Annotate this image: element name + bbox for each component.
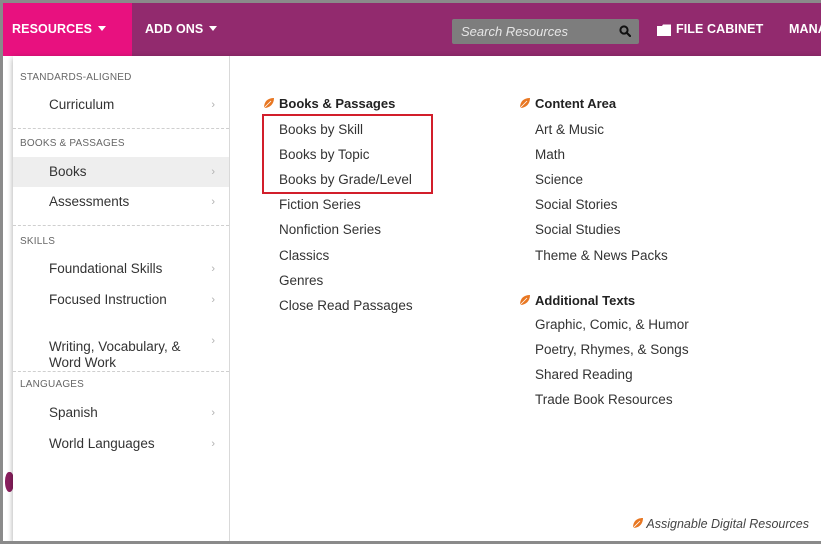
file-cabinet-button[interactable]: FILE CABINET bbox=[676, 3, 763, 56]
sidebar-item-label: Spanish bbox=[49, 405, 98, 420]
search-box[interactable]: Search Resources bbox=[452, 19, 639, 44]
divider bbox=[13, 225, 229, 226]
link-poetry-rhymes-songs[interactable]: Poetry, Rhymes, & Songs bbox=[535, 342, 689, 357]
link-nonfiction-series[interactable]: Nonfiction Series bbox=[279, 222, 381, 237]
heading-text: Content Area bbox=[535, 96, 617, 111]
resources-dropdown-menu: STANDARDS-ALIGNED Curriculum › BOOKS & P… bbox=[13, 56, 821, 541]
sidebar-item-label: World Languages bbox=[49, 436, 155, 451]
sidebar-item-label: Assessments bbox=[49, 194, 130, 209]
sidebar-item-writing-vocabulary[interactable]: Writing, Vocabulary, & Word Work › bbox=[13, 323, 229, 370]
column-heading-content-area: Content Area bbox=[519, 96, 616, 111]
divider bbox=[13, 128, 229, 129]
sidebar-item-label: Foundational Skills bbox=[49, 261, 163, 276]
search-input[interactable]: Search Resources bbox=[461, 19, 568, 44]
app-frame: RESOURCES ADD ONS Search Resources FILE … bbox=[0, 0, 821, 544]
caret-down-icon bbox=[209, 26, 218, 31]
assignable-digital-resources-note: Assignable Digital Resources bbox=[632, 517, 809, 531]
link-math[interactable]: Math bbox=[535, 147, 565, 162]
section-heading-languages: LANGUAGES bbox=[20, 379, 85, 390]
sidebar-item-label: Focused Instruction bbox=[49, 292, 167, 307]
leaf-icon bbox=[519, 98, 530, 109]
addons-label: ADD ONS bbox=[145, 22, 204, 36]
resources-label: RESOURCES bbox=[12, 22, 93, 36]
section-heading-books-passages: BOOKS & PASSAGES bbox=[20, 138, 125, 149]
sidebar-item-curriculum[interactable]: Curriculum › bbox=[13, 93, 229, 117]
chevron-right-icon: › bbox=[211, 335, 215, 347]
chevron-right-icon: › bbox=[211, 263, 215, 275]
top-nav-bar: RESOURCES ADD ONS Search Resources FILE … bbox=[3, 3, 821, 56]
addons-menu-button[interactable]: ADD ONS bbox=[145, 3, 218, 56]
leaf-icon bbox=[633, 518, 644, 529]
search-icon[interactable] bbox=[619, 25, 631, 37]
resources-menu-button[interactable]: RESOURCES bbox=[12, 3, 107, 56]
link-social-stories[interactable]: Social Stories bbox=[535, 197, 618, 212]
sidebar-item-foundational-skills[interactable]: Foundational Skills › bbox=[13, 257, 229, 281]
sidebar-item-focused-instruction[interactable]: Focused Instruction › bbox=[13, 288, 229, 312]
chevron-right-icon: › bbox=[211, 99, 215, 111]
link-graphic-comic-humor[interactable]: Graphic, Comic, & Humor bbox=[535, 317, 689, 332]
chevron-right-icon: › bbox=[211, 196, 215, 208]
link-art-music[interactable]: Art & Music bbox=[535, 122, 604, 137]
heading-text: Books & Passages bbox=[279, 96, 396, 111]
link-shared-reading[interactable]: Shared Reading bbox=[535, 367, 633, 382]
sidebar-item-spanish[interactable]: Spanish › bbox=[13, 401, 229, 425]
sidebar-item-label: Curriculum bbox=[49, 97, 115, 112]
section-heading-standards: STANDARDS-ALIGNED bbox=[20, 72, 132, 83]
sidebar-item-assessments[interactable]: Assessments › bbox=[13, 190, 229, 214]
highlight-box bbox=[262, 114, 433, 194]
link-fiction-series[interactable]: Fiction Series bbox=[279, 197, 361, 212]
folder-icon bbox=[657, 24, 671, 36]
sidebar-item-books[interactable]: Books › bbox=[13, 157, 229, 187]
chevron-right-icon: › bbox=[211, 294, 215, 306]
link-science[interactable]: Science bbox=[535, 172, 583, 187]
column-heading-additional-texts: Additional Texts bbox=[519, 293, 635, 308]
link-classics[interactable]: Classics bbox=[279, 248, 329, 263]
link-trade-book-resources[interactable]: Trade Book Resources bbox=[535, 392, 673, 407]
column-heading-books-passages: Books & Passages bbox=[263, 96, 395, 111]
sidebar-item-label: Writing, Vocabulary, & Word Work bbox=[49, 339, 181, 370]
chevron-right-icon: › bbox=[211, 438, 215, 450]
manage-menu-button[interactable]: MANA bbox=[789, 3, 821, 56]
section-heading-skills: SKILLS bbox=[20, 236, 56, 247]
chevron-right-icon: › bbox=[211, 407, 215, 419]
heading-text: Additional Texts bbox=[535, 293, 636, 308]
sidebar-item-world-languages[interactable]: World Languages › bbox=[13, 432, 229, 456]
divider bbox=[13, 371, 229, 372]
link-genres[interactable]: Genres bbox=[279, 273, 323, 288]
link-social-studies[interactable]: Social Studies bbox=[535, 222, 621, 237]
category-sidebar: STANDARDS-ALIGNED Curriculum › BOOKS & P… bbox=[13, 56, 230, 541]
chevron-right-icon: › bbox=[211, 166, 215, 178]
note-text: Assignable Digital Resources bbox=[646, 517, 809, 531]
link-theme-news-packs[interactable]: Theme & News Packs bbox=[535, 248, 668, 263]
sidebar-item-label: Books bbox=[49, 164, 87, 179]
caret-down-icon bbox=[98, 26, 107, 31]
leaf-icon bbox=[519, 295, 530, 306]
link-close-read-passages[interactable]: Close Read Passages bbox=[279, 298, 413, 313]
leaf-icon bbox=[263, 98, 274, 109]
page-background-left bbox=[3, 56, 13, 541]
